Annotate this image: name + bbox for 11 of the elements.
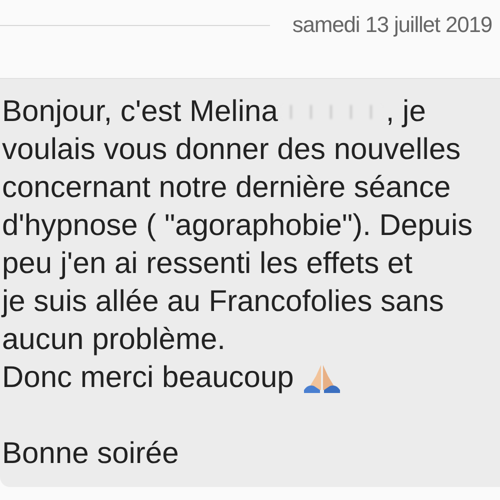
message-text: je suis allée au Francofolies sans [2, 284, 444, 320]
message-text: concernant notre dernière séance [2, 170, 451, 206]
message-text: peu j'en ai ressenti les effets et [2, 246, 412, 282]
message-text: , je [386, 94, 426, 130]
message-text: d'hypnose ( "agoraphobie"). Depuis [2, 208, 473, 244]
message-text: aucun problème. [2, 322, 226, 358]
message-text: Donc merci beaucoup [2, 360, 294, 396]
message-text: Bonjour, c'est Melina [2, 94, 278, 130]
message-text: voulais vous donner des nouvelles [2, 132, 461, 168]
date-header: samedi 13 juillet 2019 [292, 12, 493, 38]
message-text: Bonne soirée [2, 436, 179, 472]
